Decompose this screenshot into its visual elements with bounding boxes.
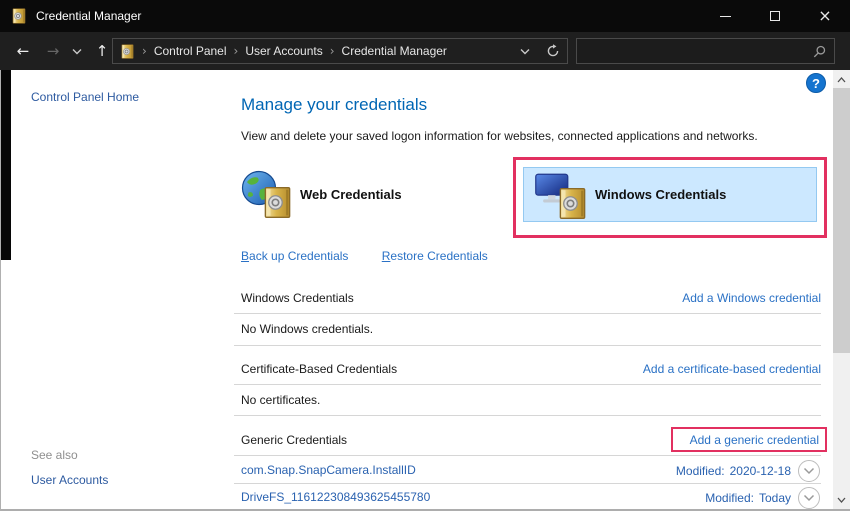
breadcrumb-separator: › <box>135 44 154 58</box>
divider <box>234 455 821 456</box>
windows-credentials-label: Windows Credentials <box>595 187 726 202</box>
certificate-credentials-section-header: Certificate-Based Credentials Add a cert… <box>234 362 821 378</box>
add-generic-credential-link[interactable]: Add a generic credential <box>690 433 819 447</box>
divider <box>234 313 821 314</box>
no-windows-credentials-text: No Windows credentials. <box>241 322 373 336</box>
breadcrumb: › Control Panel › User Accounts › Creden… <box>112 38 568 64</box>
page-title: Manage your credentials <box>241 95 427 115</box>
refresh-button[interactable] <box>539 39 567 63</box>
breadcrumb-credential-manager[interactable]: Credential Manager <box>342 44 447 58</box>
modified-value: 2020-12-18 <box>730 464 791 478</box>
divider <box>234 415 821 416</box>
web-credentials-icon <box>241 169 291 219</box>
help-button[interactable]: ? <box>806 73 826 93</box>
credential-name-link[interactable]: com.Snap.SnapCamera.InstallID <box>241 463 416 477</box>
section-header: Certificate-Based Credentials <box>241 362 397 376</box>
left-dark-strip <box>1 70 11 260</box>
windows-credentials-tile[interactable]: Windows Credentials <box>523 167 817 222</box>
credential-name-link[interactable]: DriveFS_116122308493625455780 <box>241 490 430 504</box>
credential-row-meta: Modified: Today <box>705 486 820 510</box>
annotation-box-add-generic: Add a generic credential <box>671 427 827 452</box>
scrollbar-thumb[interactable] <box>833 88 850 353</box>
caption-buttons: × <box>700 0 850 32</box>
title-bar: Credential Manager × <box>0 0 850 32</box>
restore-credentials-link[interactable]: Restore Credentials <box>382 249 488 263</box>
window-title: Credential Manager <box>36 9 141 23</box>
navigation-bar: ← → ↑ › Control Panel › User Accounts › … <box>0 32 850 70</box>
content-area: Control Panel Home See also User Account… <box>0 70 850 511</box>
windows-credentials-section-header: Windows Credentials Add a Windows creden… <box>234 291 821 307</box>
scroll-up-button[interactable] <box>833 71 850 88</box>
forward-button[interactable]: → <box>38 32 68 70</box>
back-button[interactable]: ← <box>8 32 38 70</box>
see-also-label: See also <box>31 448 78 462</box>
credential-row[interactable]: com.Snap.SnapCamera.InstallID Modified: 2… <box>234 459 821 483</box>
minimize-icon <box>720 16 731 17</box>
question-mark-icon: ? <box>812 76 820 91</box>
close-button[interactable]: × <box>800 0 850 32</box>
close-icon: × <box>818 8 831 24</box>
sidebar-user-accounts-link[interactable]: User Accounts <box>31 473 108 487</box>
maximize-button[interactable] <box>750 0 800 32</box>
address-dropdown-button[interactable] <box>511 39 539 63</box>
web-credentials-tile[interactable]: Web Credentials <box>241 168 402 220</box>
section-header: Windows Credentials <box>241 291 354 305</box>
section-header: Generic Credentials <box>241 433 347 447</box>
minimize-button[interactable] <box>700 0 750 32</box>
add-windows-credential-link[interactable]: Add a Windows credential <box>682 291 821 305</box>
credential-manager-window: Credential Manager × ← → ↑ › Control Pan… <box>0 0 850 511</box>
page-description: View and delete your saved logon informa… <box>241 129 758 143</box>
breadcrumb-separator: › <box>323 44 342 58</box>
windows-credentials-icon <box>534 170 586 220</box>
credential-row-meta: Modified: 2020-12-18 <box>676 459 820 483</box>
web-credentials-label: Web Credentials <box>300 187 402 202</box>
chevron-down-icon <box>837 497 846 503</box>
credential-actions: Back up Credentials Restore Credentials <box>241 249 488 263</box>
backup-credentials-link[interactable]: Back up Credentials <box>241 249 348 263</box>
chevron-down-icon <box>803 467 815 475</box>
breadcrumb-user-accounts[interactable]: User Accounts <box>245 44 322 58</box>
annotation-box-windows-credentials: Windows Credentials <box>513 157 827 238</box>
credential-row[interactable]: DriveFS_116122308493625455780 Modified: T… <box>234 486 821 510</box>
breadcrumb-control-panel[interactable]: Control Panel <box>154 44 227 58</box>
add-certificate-credential-link[interactable]: Add a certificate-based credential <box>643 362 821 376</box>
chevron-down-icon <box>803 494 815 502</box>
search-input[interactable] <box>577 44 813 58</box>
divider <box>234 384 821 385</box>
expand-credential-button[interactable] <box>798 487 820 509</box>
maximize-icon <box>770 11 780 21</box>
app-safe-icon <box>11 8 27 24</box>
refresh-icon <box>546 44 560 58</box>
breadcrumb-app-icon <box>120 44 135 59</box>
safe-icon <box>264 186 291 219</box>
divider <box>234 483 821 484</box>
scroll-down-button[interactable] <box>833 491 850 508</box>
modified-label: Modified: <box>676 464 725 478</box>
chevron-down-icon <box>520 48 530 55</box>
modified-label: Modified: <box>705 491 754 505</box>
chevron-down-icon <box>72 48 82 55</box>
breadcrumb-separator: › <box>227 44 246 58</box>
divider <box>234 345 821 346</box>
main-panel: Manage your credentials View and delete … <box>234 70 821 509</box>
search-box <box>576 38 835 64</box>
modified-value: Today <box>759 491 791 505</box>
sidebar-control-panel-home[interactable]: Control Panel Home <box>31 90 139 104</box>
expand-credential-button[interactable] <box>798 460 820 482</box>
recent-pages-chevron[interactable] <box>68 32 86 70</box>
safe-icon <box>559 187 586 220</box>
search-icon <box>813 45 826 58</box>
chevron-up-icon <box>837 77 846 83</box>
no-certificates-text: No certificates. <box>241 393 320 407</box>
vertical-scrollbar <box>833 70 850 509</box>
modified-text: Modified: Today <box>705 491 791 505</box>
modified-text: Modified: 2020-12-18 <box>676 464 791 478</box>
